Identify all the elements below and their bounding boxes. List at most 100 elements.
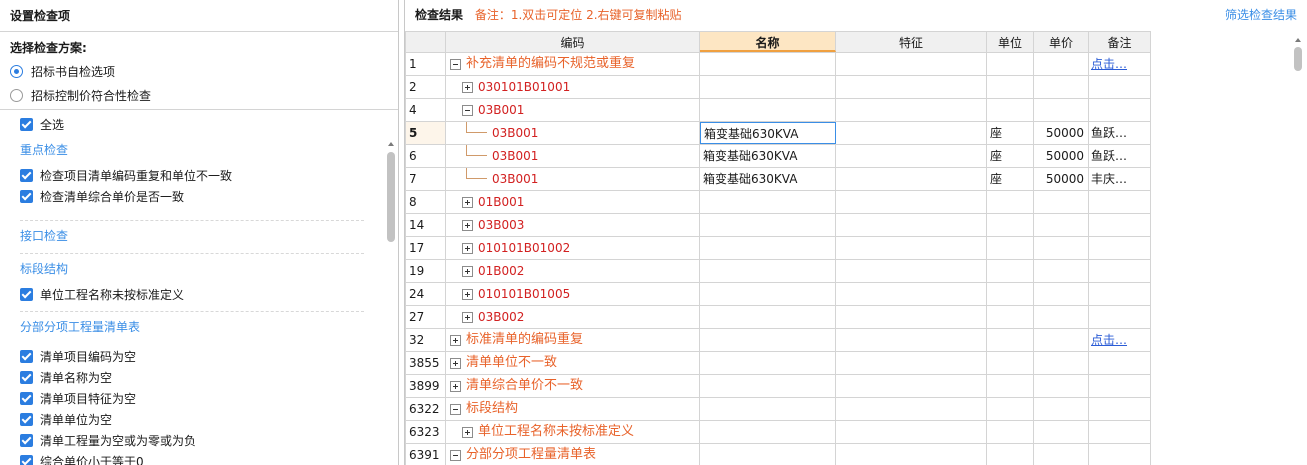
check-item[interactable]: 清单项目特征为空 (20, 388, 384, 409)
table-row[interactable]: 17 010101B01002 (405, 237, 1151, 260)
checkbox-checked-icon[interactable] (20, 118, 33, 131)
name-cell[interactable] (700, 76, 836, 98)
results-scrollbar[interactable] (1293, 36, 1303, 465)
expand-icon[interactable] (462, 426, 473, 438)
feature-cell[interactable] (836, 444, 987, 465)
unit-cell[interactable] (987, 421, 1034, 443)
unit-cell[interactable] (987, 260, 1034, 282)
checkbox-checked-icon[interactable] (20, 434, 33, 447)
left-scrollbar[interactable] (386, 140, 396, 465)
remark-cell[interactable] (1089, 214, 1151, 236)
feature-cell[interactable] (836, 237, 987, 259)
feature-cell[interactable] (836, 306, 987, 328)
feature-cell[interactable] (836, 168, 987, 190)
feature-cell[interactable] (836, 214, 987, 236)
expand-icon[interactable] (462, 311, 473, 323)
name-cell[interactable]: 箱变基础630KVA (700, 122, 836, 144)
code-cell[interactable]: 标段结构 (446, 398, 700, 420)
checkbox-checked-icon[interactable] (20, 455, 33, 465)
price-cell[interactable] (1034, 214, 1089, 236)
checkbox-checked-icon[interactable] (20, 392, 33, 405)
checkbox-checked-icon[interactable] (20, 190, 33, 203)
feature-cell[interactable] (836, 421, 987, 443)
table-row[interactable]: 19 01B002 (405, 260, 1151, 283)
code-cell[interactable]: 03B001 (446, 168, 700, 190)
unit-cell[interactable] (987, 191, 1034, 213)
remark-cell[interactable]: 鱼跃… (1089, 122, 1151, 144)
code-cell[interactable]: 03B003 (446, 214, 700, 236)
code-cell[interactable]: 03B001 (446, 122, 700, 144)
section-bill-of-quantities[interactable]: 分部分项工程量清单表 (20, 312, 384, 346)
checkbox-checked-icon[interactable] (20, 350, 33, 363)
unit-cell[interactable]: 座 (987, 145, 1034, 167)
price-cell[interactable] (1034, 76, 1089, 98)
check-item[interactable]: 清单单位为空 (20, 409, 384, 430)
remark-cell[interactable] (1089, 444, 1151, 465)
table-row[interactable]: 1 补充清单的编码不规范或重复 点击… (405, 53, 1151, 76)
table-row[interactable]: 6 03B001 箱变基础630KVA 座 50000 鱼跃… (405, 145, 1151, 168)
price-cell[interactable]: 50000 (1034, 168, 1089, 190)
checkbox-checked-icon[interactable] (20, 413, 33, 426)
remark-cell[interactable]: 鱼跃… (1089, 145, 1151, 167)
remark-cell[interactable] (1089, 99, 1151, 121)
code-cell[interactable]: 补充清单的编码不规范或重复 (446, 53, 700, 75)
name-cell[interactable]: 箱变基础630KVA (700, 168, 836, 190)
unit-cell[interactable] (987, 99, 1034, 121)
table-row[interactable]: 8 01B001 (405, 191, 1151, 214)
expand-icon[interactable] (462, 242, 473, 254)
price-cell[interactable] (1034, 329, 1089, 351)
feature-cell[interactable] (836, 191, 987, 213)
section-bid-structure[interactable]: 标段结构 (20, 254, 384, 284)
unit-cell[interactable] (987, 53, 1034, 75)
table-row[interactable]: 6391 分部分项工程量清单表 (405, 444, 1151, 465)
code-cell[interactable]: 标准清单的编码重复 (446, 329, 700, 351)
collapse-icon[interactable] (462, 104, 473, 116)
check-item[interactable]: 综合单价小于等于0 (20, 451, 384, 465)
name-cell[interactable] (700, 260, 836, 282)
name-cell[interactable] (700, 352, 836, 374)
price-cell[interactable] (1034, 421, 1089, 443)
check-item[interactable]: 清单名称为空 (20, 367, 384, 388)
collapse-icon[interactable] (450, 403, 461, 415)
price-cell[interactable] (1034, 306, 1089, 328)
remark-link[interactable]: 点击… (1091, 333, 1127, 347)
feature-cell[interactable] (836, 398, 987, 420)
table-row[interactable]: 14 03B003 (405, 214, 1151, 237)
table-row[interactable]: 6322 标段结构 (405, 398, 1151, 421)
code-cell[interactable]: 010101B01002 (446, 237, 700, 259)
column-header-price[interactable]: 单价 (1034, 32, 1089, 52)
price-cell[interactable] (1034, 398, 1089, 420)
unit-cell[interactable] (987, 329, 1034, 351)
unit-cell[interactable] (987, 237, 1034, 259)
feature-cell[interactable] (836, 283, 987, 305)
table-row[interactable]: 32 标准清单的编码重复 点击… (405, 329, 1151, 352)
table-row[interactable]: 3855 清单单位不一致 (405, 352, 1151, 375)
price-cell[interactable] (1034, 191, 1089, 213)
scrollbar-thumb[interactable] (1294, 47, 1302, 71)
unit-cell[interactable] (987, 352, 1034, 374)
name-cell[interactable] (700, 99, 836, 121)
code-cell[interactable]: 030101B01001 (446, 76, 700, 98)
section-interface-check[interactable]: 接口检查 (20, 221, 384, 251)
remark-cell[interactable] (1089, 191, 1151, 213)
check-item[interactable]: 检查清单综合单价是否一致 (20, 186, 384, 207)
name-cell[interactable] (700, 306, 836, 328)
feature-cell[interactable] (836, 375, 987, 397)
remark-cell[interactable] (1089, 398, 1151, 420)
remark-cell[interactable] (1089, 306, 1151, 328)
collapse-icon[interactable] (450, 58, 461, 70)
price-cell[interactable] (1034, 283, 1089, 305)
check-item[interactable]: 清单工程量为空或为零或为负 (20, 430, 384, 451)
price-cell[interactable]: 50000 (1034, 122, 1089, 144)
scroll-up-arrow-icon[interactable] (1293, 36, 1303, 46)
section-key-checks[interactable]: 重点检查 (20, 135, 384, 165)
price-cell[interactable] (1034, 99, 1089, 121)
remark-cell[interactable]: 点击… (1089, 329, 1151, 351)
feature-cell[interactable] (836, 352, 987, 374)
checkbox-checked-icon[interactable] (20, 371, 33, 384)
radio-unselected-icon[interactable] (10, 88, 23, 102)
checkbox-checked-icon[interactable] (20, 288, 33, 301)
name-cell[interactable] (700, 375, 836, 397)
remark-cell[interactable] (1089, 421, 1151, 443)
code-cell[interactable]: 03B001 (446, 99, 700, 121)
